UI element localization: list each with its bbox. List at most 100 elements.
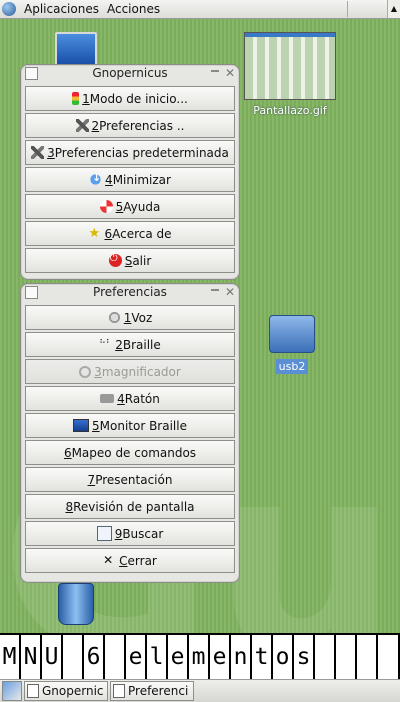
salir-button[interactable]: Salir [25, 248, 235, 273]
button-label: Voz [131, 310, 153, 325]
preferencias-predeterminada-button[interactable]: 3 Preferencias predeterminada [25, 140, 235, 165]
mnemonic: C [119, 553, 128, 568]
usb-drive-label: usb2 [275, 359, 309, 374]
presentacion-button[interactable]: 7 Presentación [25, 467, 235, 492]
usb-drive-desktop-icon[interactable]: usb2 [262, 315, 322, 374]
button-label: Presentación [95, 472, 173, 487]
braille-monitor-bar: M N U 6 e l e m e n t o s [0, 633, 400, 681]
magnificador-button: 3 magnificador [25, 359, 235, 384]
ayuda-button[interactable]: 5 Ayuda [25, 194, 235, 219]
trash-can-icon [58, 583, 94, 625]
braille-cell: e [126, 635, 147, 679]
button-label: Modo de inicio... [89, 91, 188, 106]
tools-icon [31, 146, 45, 159]
button-label: magnificador [101, 364, 181, 379]
gnopernicus-title: Gnopernicus [92, 66, 168, 80]
button-label: alir [132, 253, 152, 268]
button-label: Monitor Braille [99, 418, 187, 433]
button-label: Acerca de [112, 226, 172, 241]
screenshot-file-label: Pantallazo.gif [253, 104, 327, 117]
trash-desktop-icon[interactable] [55, 583, 97, 631]
braille-cell: e [168, 635, 189, 679]
braille-icon: ⠓⠃ [99, 339, 113, 349]
preferencias-button[interactable]: 2 Preferencias .. [25, 113, 235, 138]
magnifier-icon [79, 365, 92, 378]
panel-separator [347, 1, 348, 17]
mnemonic: 5 [115, 199, 124, 214]
button-label: Minimizar [112, 172, 171, 187]
mnemonic: 1 [123, 310, 132, 325]
cerrar-button[interactable]: ✕ Cerrar [25, 548, 235, 573]
button-label: Mapeo de comandos [71, 445, 197, 460]
gnopernicus-titlebar[interactable]: Gnopernicus ✕ [21, 65, 239, 81]
mnemonic: 7 [87, 472, 96, 487]
button-label: Ratón [124, 391, 160, 406]
mnemonic: 6 [63, 445, 72, 460]
menu-aplicaciones[interactable]: Aplicaciones [20, 2, 103, 16]
task-preferencias[interactable]: Preferenci [110, 681, 194, 701]
braille-cell: e [210, 635, 231, 679]
braille-cell [378, 635, 400, 679]
braille-cell: t [252, 635, 273, 679]
minimize-icon[interactable] [211, 289, 219, 291]
button-label: Braille [122, 337, 161, 352]
button-label: Ayuda [123, 199, 161, 214]
window-menu-checkbox[interactable] [25, 67, 38, 80]
braille-button[interactable]: ⠓⠃ 2 Braille [25, 332, 235, 357]
mnemonic: 2 [91, 118, 100, 133]
close-icon[interactable]: ✕ [225, 284, 235, 300]
minimize-icon[interactable] [211, 70, 219, 72]
top-panel: Aplicaciones Acciones ▲ [0, 0, 400, 19]
close-icon[interactable]: ✕ [225, 65, 235, 81]
mouse-icon [100, 394, 115, 403]
mnemonic: 9 [114, 526, 123, 541]
computer-monitor-icon [55, 32, 97, 66]
braille-cell [336, 635, 357, 679]
traffic-light-icon [72, 92, 80, 105]
braille-cell: M [0, 635, 21, 679]
preferencias-window: Preferencias ✕ 1 Voz ⠓⠃ 2 Braille 3 magn… [20, 283, 240, 583]
window-icon [27, 684, 39, 698]
screenshot-file-desktop-icon[interactable]: Pantallazo.gif [244, 32, 336, 117]
preferencias-title: Preferencias [93, 285, 167, 299]
braille-cell: m [189, 635, 210, 679]
bottom-taskbar: Gnopernic Preferenci [0, 679, 400, 702]
braille-cell [63, 635, 84, 679]
minimizar-button[interactable]: 4 Minimizar [25, 167, 235, 192]
screenshot-thumbnail [244, 32, 336, 100]
mnemonic: 1 [82, 91, 90, 106]
panel-scroll-arrow-icon[interactable]: ▲ [387, 0, 400, 18]
task-gnopernicus[interactable]: Gnopernic [24, 681, 108, 701]
acerca-de-button[interactable]: ★ 6 Acerca de [25, 221, 235, 246]
button-label: Preferencias .. [99, 118, 185, 133]
power-icon [108, 253, 122, 267]
revision-pantalla-button[interactable]: 8 Revisión de pantalla [25, 494, 235, 519]
task-label: Preferenci [128, 684, 189, 698]
monitor-braille-button[interactable]: 5 Monitor Braille [25, 413, 235, 438]
window-menu-checkbox[interactable] [25, 286, 38, 299]
modo-inicio-button[interactable]: 1 Modo de inicio... [25, 86, 235, 111]
menu-acciones[interactable]: Acciones [103, 2, 164, 16]
show-desktop-icon[interactable] [2, 681, 22, 701]
gnome-foot-icon[interactable] [2, 2, 16, 16]
computer-desktop-icon[interactable] [55, 32, 97, 68]
mapeo-comandos-button[interactable]: 6 Mapeo de comandos [25, 440, 235, 465]
braille-cell [105, 635, 126, 679]
braille-cell [315, 635, 336, 679]
minimize-arrow-icon [89, 171, 103, 186]
star-icon: ★ [88, 226, 101, 241]
raton-button[interactable]: 4 Ratón [25, 386, 235, 411]
buscar-button[interactable]: 9 Buscar [25, 521, 235, 546]
braille-cell: 6 [84, 635, 105, 679]
braille-cell: n [231, 635, 252, 679]
voz-button[interactable]: 1 Voz [25, 305, 235, 330]
button-label: errar [127, 553, 157, 568]
braille-cell: l [147, 635, 168, 679]
mnemonic: S [124, 253, 133, 268]
braille-cell: s [294, 635, 315, 679]
preferencias-titlebar[interactable]: Preferencias ✕ [21, 284, 239, 300]
mnemonic: 4 [117, 391, 125, 406]
mnemonic: 3 [47, 145, 55, 160]
button-label: Preferencias predeterminada [54, 145, 229, 160]
mnemonic: 3 [94, 364, 102, 379]
